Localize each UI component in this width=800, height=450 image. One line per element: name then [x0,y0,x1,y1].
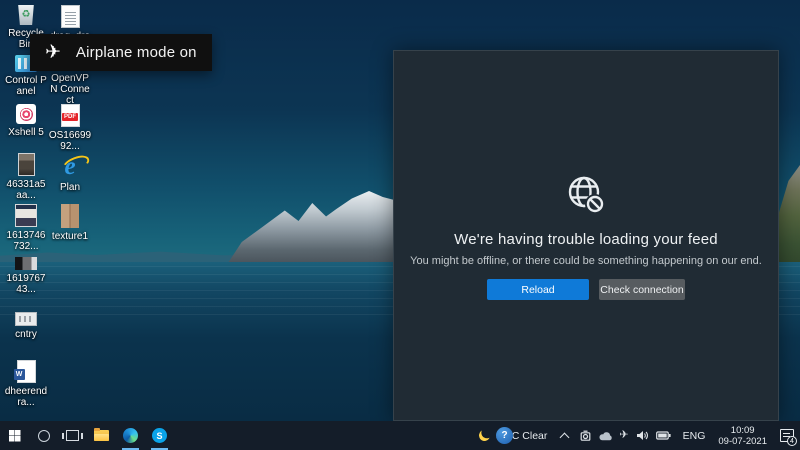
reload-button[interactable]: Reload [487,279,589,300]
desktop-icon-label: cntry [15,329,37,340]
start-button[interactable] [0,421,29,450]
clock-date: 09-07-2021 [718,436,767,447]
task-view-icon [66,430,79,441]
desktop-icon-label: OpenVPN Connect [48,73,92,106]
airplane-mode-toast: ✈ Airplane mode on [30,34,212,71]
desktop-icon-label: Control Panel [4,75,48,97]
question-mark-icon: ? [496,427,513,444]
desktop: Recycle Bin drag_drop Control Panel Open… [0,0,800,421]
desktop-icon-label: dheerendra... [4,386,48,408]
airplane-icon: ✈ [45,43,61,62]
desktop-icon-cntry[interactable]: cntry [4,312,48,340]
action-center-button[interactable]: 4 [777,421,797,450]
feed-error-title: We're having trouble loading your feed [454,231,718,248]
clock-time: 10:09 [718,425,767,436]
get-help-button[interactable]: ? [490,421,519,450]
airplane-mode-tray-icon[interactable]: ✈ [619,430,628,441]
desktop-icon-xshell-5[interactable]: Xshell 5 [4,104,48,138]
desktop-icon-image [18,153,35,176]
folder-icon [94,430,109,441]
globe-offline-icon [564,173,608,217]
language-indicator[interactable]: ENG [683,430,706,442]
task-view-button[interactable] [58,421,87,450]
desktop-icon-46331a5aa-image[interactable]: 46331a5aa... [4,153,48,201]
check-connection-button[interactable]: Check connection [599,279,685,300]
desktop-icon-image [15,312,37,326]
windows-logo-icon [9,430,21,442]
volume-icon[interactable] [636,430,649,441]
edge-icon [123,428,138,443]
desktop-icon-label: Plan [60,182,80,193]
desktop-icon-image [64,153,75,179]
desktop-icon-image [61,104,80,127]
taskbar-system-tray-area: 30°C Clear ✈ ENG 1 [473,421,800,450]
desktop-icon-image [15,204,37,227]
clock[interactable]: 10:09 09-07-2021 [718,425,767,447]
desktop-icon-label: 1613746732... [4,230,48,252]
taskbar: S ? 30°C Clear ✈ [0,421,800,450]
desktop-icon-dheerendra-doc[interactable]: dheerendra... [4,360,48,408]
desktop-icon-texture1[interactable]: texture1 [48,204,92,242]
desktop-icon-label: OS1669992... [48,130,92,152]
cortana-search-button[interactable] [29,421,58,450]
show-hidden-icons-chevron[interactable] [560,432,570,442]
notification-badge: 4 [787,436,797,446]
desktop-icon-label: 46331a5aa... [4,179,48,201]
desktop-icon-image [18,5,35,25]
desktop-icon-os1669992-pdf[interactable]: OS1669992... [48,104,92,152]
feed-error-subtitle: You might be offline, or there could be … [410,255,762,267]
desktop-icon-image [15,257,37,270]
desktop-icon-image [61,204,79,228]
file-explorer-button[interactable] [87,421,116,450]
tray-icons: ✈ [580,430,670,442]
openvpn-tray-icon[interactable] [580,430,591,442]
desktop-icon-plan[interactable]: Plan [48,153,92,193]
onedrive-cloud-icon[interactable] [598,431,612,441]
desktop-icon-image [16,104,36,124]
desktop-icon-image [17,360,36,383]
desktop-icon-label: texture1 [52,231,88,242]
desktop-icon-image [61,5,80,28]
skype-icon: S [152,428,167,443]
edge-button[interactable] [116,421,145,450]
cortana-circle-icon [38,430,50,442]
news-feed-panel: We're having trouble loading your feed Y… [393,50,779,421]
airplane-mode-toast-label: Airplane mode on [76,44,197,61]
desktop-icon-161976743-image[interactable]: 161976743... [4,257,48,295]
feed-error-actions: Reload Check connection [487,279,685,300]
desktop-icon-label: 161976743... [4,273,48,295]
desktop-icon-label: Xshell 5 [8,127,44,138]
desktop-icon-1613746732-image[interactable]: 1613746732... [4,204,48,252]
skype-button[interactable]: S [145,421,174,450]
battery-icon[interactable] [656,431,671,440]
